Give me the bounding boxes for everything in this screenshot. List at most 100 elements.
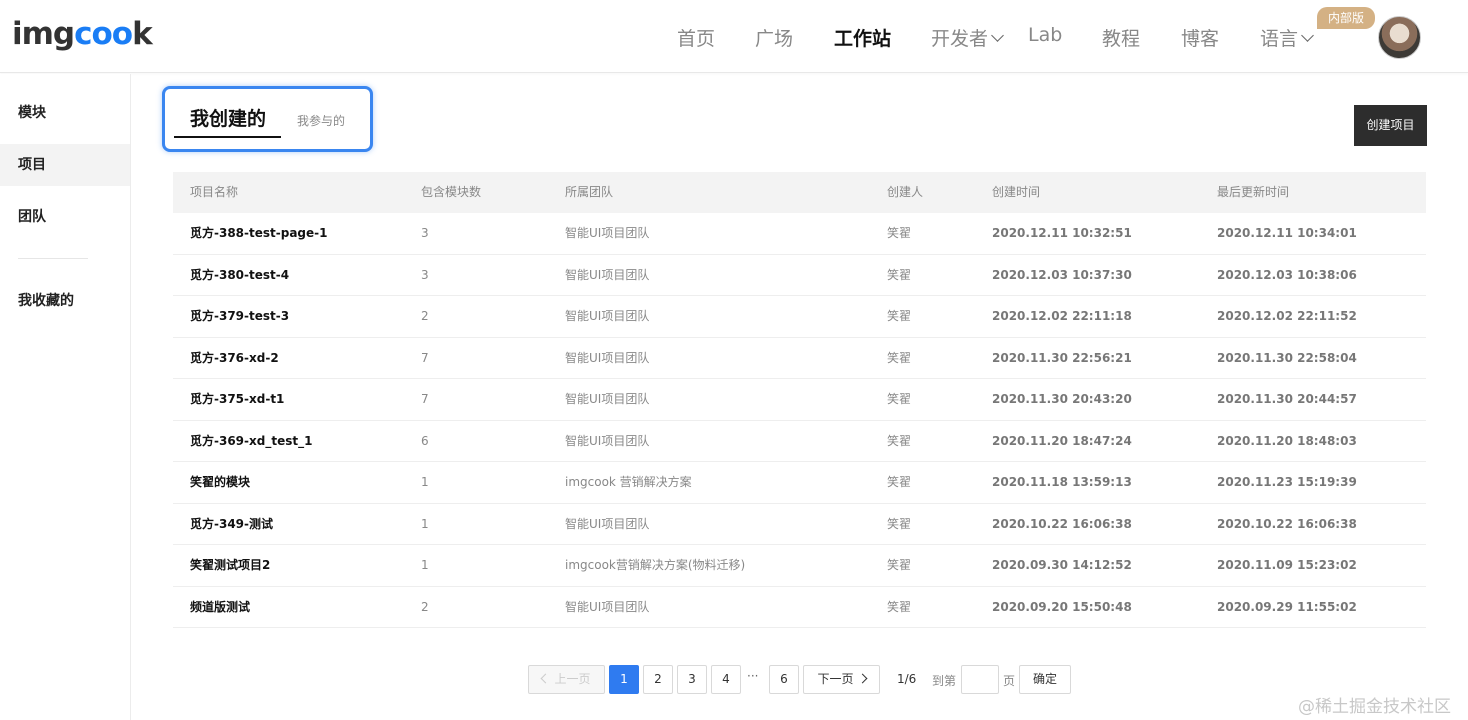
page-button-1[interactable]: 1 [609,665,639,694]
nav-workstation[interactable]: 工作站 [834,24,891,51]
cell-updated-time: 2020.10.22 16:06:38 [1217,516,1357,531]
tab-active-underline [174,136,281,138]
avatar[interactable] [1378,16,1421,59]
nav-lab[interactable]: Lab [1028,24,1062,46]
table-row[interactable]: 觅方-349-测试 1 智能UI项目团队 笑翟 2020.10.22 16:06:38 2… [173,504,1426,545]
table-row[interactable]: 觅方-380-test-4 3 智能UI项目团队 笑翟 2020.12.03 10:37… [173,255,1426,296]
internal-version-badge: 内部版 [1317,7,1375,29]
prev-page-label: 上一页 [554,672,591,686]
table-row[interactable]: 频道版测试 2 智能UI项目团队 笑翟 2020.09.20 15:50:48 2020.… [173,587,1426,628]
nav-developer[interactable]: 开发者 [931,24,1004,51]
cell-team: 智能UI项目团队 [565,267,650,282]
table-row[interactable]: 觅方-375-xd-t1 7 智能UI项目团队 笑翟 2020.11.30 20:43:… [173,379,1426,421]
next-page-button[interactable]: 下一页 [803,665,880,694]
table-row[interactable]: 觅方-388-test-page-1 3 智能UI项目团队 笑翟 2020.12.11 … [173,213,1426,255]
logo-text-suffix: k [132,16,153,52]
cell-team: 智能UI项目团队 [565,516,650,531]
nav-blog[interactable]: 博客 [1181,24,1219,51]
cell-project-name[interactable]: 觅方-349-测试 [190,504,273,545]
header-project-name: 项目名称 [190,185,239,199]
table-body: 觅方-388-test-page-1 3 智能UI项目团队 笑翟 2020.12.11 … [173,213,1426,628]
cell-module-count: 1 [421,558,429,572]
cell-team: 智能UI项目团队 [565,350,650,365]
cell-updated-time: 2020.11.20 18:48:03 [1217,433,1357,448]
cell-project-name[interactable]: 觅方-376-xd-2 [190,338,279,379]
goto-prefix: 到第 [932,674,957,688]
table-row[interactable]: 笑翟测试项目2 1 imgcook营销解决方案(物料迁移) 笑翟 2020.09.30 … [173,545,1426,587]
cell-updated-time: 2020.12.02 22:11:52 [1217,309,1357,323]
cell-created-time: 2020.11.20 18:47:24 [992,433,1132,448]
watermark: @稀土掘金技术社区 [1298,697,1451,717]
header-updated-time: 最后更新时间 [1217,185,1290,199]
cell-updated-time: 2020.11.23 15:19:39 [1217,475,1357,489]
cell-created-time: 2020.11.30 20:43:20 [992,392,1132,406]
cell-created-time: 2020.12.03 10:37:30 [992,267,1132,282]
goto-confirm-button[interactable]: 确定 [1019,665,1071,694]
cell-creator: 笑翟 [887,226,912,240]
cell-creator: 笑翟 [887,599,912,614]
cell-updated-time: 2020.11.30 20:44:57 [1217,392,1357,406]
cell-updated-time: 2020.12.11 10:34:01 [1217,226,1357,240]
sidebar: 模块 项目 团队 我收藏的 [0,74,131,720]
cell-project-name[interactable]: 笑翟的模块 [190,462,250,503]
table-row[interactable]: 觅方-376-xd-2 7 智能UI项目团队 笑翟 2020.11.30 22:56:2… [173,338,1426,379]
table-row[interactable]: 觅方-379-test-3 2 智能UI项目团队 笑翟 2020.12.02 22:11… [173,296,1426,338]
table-row[interactable]: 笑翟的模块 1 imgcook 营销解决方案 笑翟 2020.11.18 13:59:1… [173,462,1426,504]
projects-table: 项目名称 包含模块数 所属团队 创建人 创建时间 最后更新时间 觅方-388-t… [173,172,1426,628]
cell-creator: 笑翟 [887,267,912,282]
pagination-ellipsis[interactable]: ··· [747,669,758,683]
nav-tutorial[interactable]: 教程 [1102,24,1140,51]
page-button-4[interactable]: 4 [711,665,741,694]
cell-creator: 笑翟 [887,475,912,489]
chevron-left-icon [541,673,551,684]
page-button-6[interactable]: 6 [769,665,799,694]
cell-created-time: 2020.10.22 16:06:38 [992,516,1132,531]
cell-project-name[interactable]: 频道版测试 [190,587,250,628]
cell-project-name[interactable]: 笑翟测试项目2 [190,545,270,586]
imgcook-logo[interactable]: imgcook [12,14,153,54]
cell-module-count: 7 [421,350,429,365]
sidebar-item-modules[interactable]: 模块 [0,92,130,134]
tab-participated[interactable]: 我参与的 [297,112,345,129]
cell-project-name[interactable]: 觅方-375-xd-t1 [190,379,284,420]
cell-creator: 笑翟 [887,433,912,448]
chevron-down-icon [1301,29,1314,42]
goto-page-input[interactable] [961,665,999,694]
cell-team: 智能UI项目团队 [565,599,650,614]
cell-module-count: 6 [421,433,429,448]
table-row[interactable]: 觅方-369-xd_test_1 6 智能UI项目团队 笑翟 2020.11.20 18… [173,421,1426,462]
page-button-3[interactable]: 3 [677,665,707,694]
cell-module-count: 2 [421,309,429,323]
cell-project-name[interactable]: 觅方-380-test-4 [190,255,289,296]
chevron-right-icon [857,673,867,684]
cell-created-time: 2020.09.20 15:50:48 [992,599,1132,614]
page-indicator: 1/6 [897,672,917,686]
header-team: 所属团队 [565,185,614,199]
cell-module-count: 1 [421,516,429,531]
prev-page-button[interactable]: 上一页 [528,665,605,694]
nav-square[interactable]: 广场 [755,24,793,51]
cell-project-name[interactable]: 觅方-388-test-page-1 [190,213,328,254]
create-project-button[interactable]: 创建项目 [1354,105,1427,146]
sidebar-item-projects[interactable]: 项目 [0,144,130,186]
cell-project-name[interactable]: 觅方-369-xd_test_1 [190,421,312,462]
sidebar-item-favorites[interactable]: 我收藏的 [0,280,130,322]
cell-module-count: 2 [421,599,429,614]
chevron-down-icon [991,29,1004,42]
cell-creator: 笑翟 [887,558,912,572]
cell-team: 智能UI项目团队 [565,226,650,240]
cell-project-name[interactable]: 觅方-379-test-3 [190,296,289,337]
cell-created-time: 2020.12.11 10:32:51 [992,226,1132,240]
cell-team: 智能UI项目团队 [565,433,650,448]
sidebar-item-teams[interactable]: 团队 [0,196,130,238]
next-page-label: 下一页 [817,672,854,686]
nav-language[interactable]: 语言 [1260,24,1314,51]
cell-team: imgcook 营销解决方案 [565,475,692,489]
logo-text-oo: coo [74,16,133,52]
nav-home[interactable]: 首页 [677,24,715,51]
tab-created-by-me[interactable]: 我创建的 [190,104,266,131]
page-button-2[interactable]: 2 [643,665,673,694]
nav-language-label: 语言 [1260,28,1299,50]
cell-creator: 笑翟 [887,309,912,323]
cell-creator: 笑翟 [887,350,912,365]
